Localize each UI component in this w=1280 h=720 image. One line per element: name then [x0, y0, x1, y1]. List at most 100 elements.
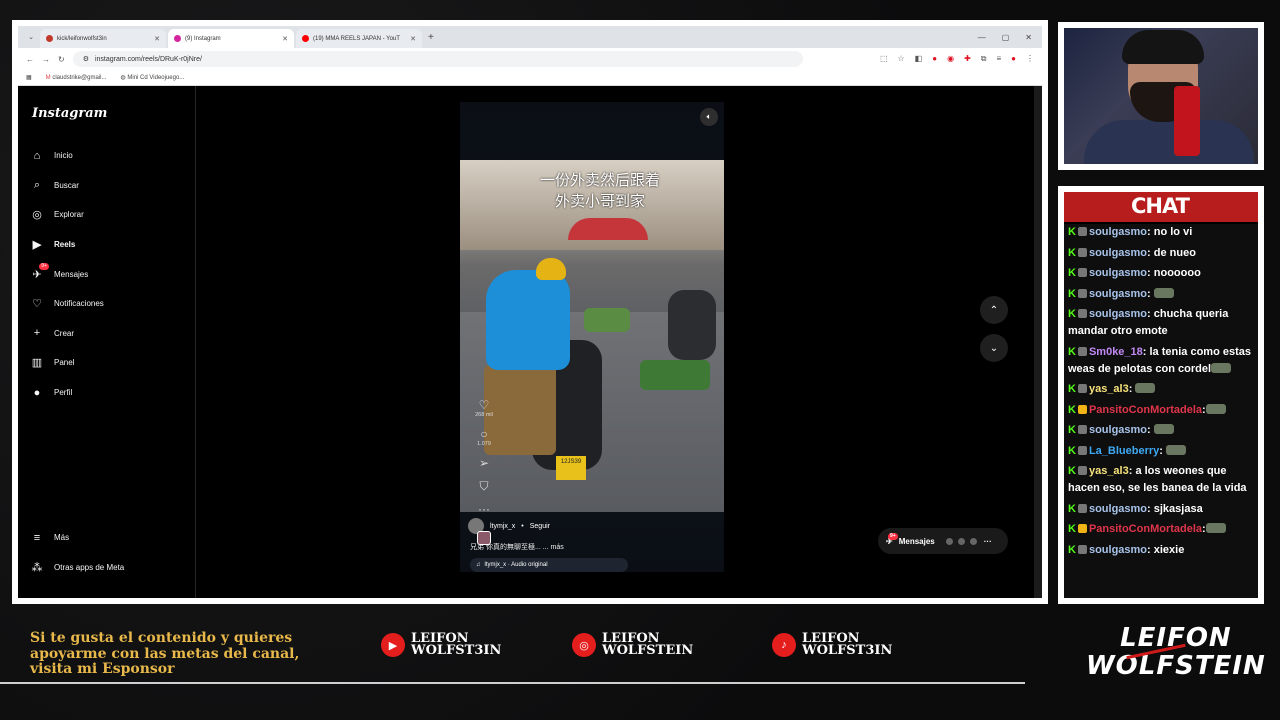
extension-icons: ⬚ ☆ ◧ ● ◉ ✚ ⧉ ≡ ● ⋮	[880, 54, 1034, 64]
like-button[interactable]: ♡ 268 mil	[475, 398, 493, 418]
chat-username[interactable]: soulgasmo	[1089, 267, 1147, 279]
globe-icon: ◍	[120, 75, 126, 81]
save-button[interactable]: ⛉	[479, 479, 488, 493]
more-options-button[interactable]: ···	[478, 502, 490, 516]
sidebar-item-perfil[interactable]: ● Perfil	[30, 378, 183, 408]
sidebar-item-crear[interactable]: + Crear	[30, 319, 183, 349]
back-icon[interactable]: ←	[26, 55, 34, 64]
page-scrollbar[interactable]	[1034, 86, 1042, 598]
puzzle-icon[interactable]: ⧉	[981, 54, 987, 64]
bookmark-label: claudstrike@gmail...	[52, 74, 107, 81]
opera-icon[interactable]: ◉	[947, 54, 954, 64]
reel-video[interactable]: 12JS39 一份外卖然后跟着 外卖小哥到家	[460, 160, 724, 512]
user-badge-icon	[1077, 268, 1087, 277]
chat-username[interactable]: soulgasmo	[1089, 503, 1147, 515]
chat-text: : sjkasjasa	[1147, 502, 1203, 515]
close-tab-icon[interactable]: ✕	[410, 35, 416, 43]
close-tab-icon[interactable]: ✕	[154, 35, 160, 43]
chat-username[interactable]: Sm0ke_18	[1089, 346, 1143, 358]
extension-icon[interactable]: ✚	[964, 54, 971, 64]
like-count: 268 mil	[475, 412, 493, 418]
sidebar-item-mas[interactable]: ≡ Más	[30, 523, 124, 553]
sidebar-item-reels[interactable]: ▶ Reels	[30, 230, 183, 260]
chat-username[interactable]: soulgasmo	[1089, 247, 1147, 259]
reel-card[interactable]: 🔈︎ 12JS39 一份外卖然后跟着 外卖小哥到家 ltymjx_x • Seg…	[460, 102, 724, 572]
media-icon[interactable]: ≡	[996, 54, 1001, 64]
chat-username[interactable]: soulgasmo	[1089, 288, 1147, 300]
address-bar[interactable]: ⚙ instagram.com/reels/DRuK-r0jNre/	[72, 51, 803, 67]
sidebar-item-buscar[interactable]: ⌕ Buscar	[30, 171, 183, 201]
chat-username[interactable]: soulgasmo	[1089, 308, 1147, 320]
browser-capture-frame: ⌄ kick/leifonwolfst3in ✕ (9) Instagram ✕…	[12, 20, 1048, 604]
emote-icon	[1135, 383, 1156, 393]
kick-favicon-icon	[46, 35, 53, 42]
comment-button[interactable]: ○ 1.079	[477, 427, 491, 447]
kebab-menu-icon[interactable]: ⋮	[1026, 54, 1034, 64]
share-button[interactable]: ➢	[479, 456, 489, 470]
video-caption-line: 一份外卖然后跟着	[539, 171, 660, 189]
chat-username[interactable]: yas_al3	[1089, 383, 1129, 395]
tab-search-icon[interactable]: ⌄	[24, 33, 38, 41]
messages-floating-button[interactable]: ✈ 9+ Mensajes ···	[878, 528, 1008, 554]
tab-instagram[interactable]: (9) Instagram ✕	[168, 29, 294, 48]
chat-username[interactable]: soulgasmo	[1089, 544, 1147, 556]
adblock-icon[interactable]: ●	[932, 54, 937, 64]
forward-icon[interactable]: →	[42, 55, 50, 64]
apps-grid-icon[interactable]: ▦	[26, 74, 32, 81]
video-caption-line: 外卖小哥到家	[554, 192, 645, 210]
bookmark-minicd[interactable]: ◍ Mini Cd Videojuego...	[120, 74, 184, 81]
sidebar-item-label: Notificaciones	[54, 299, 104, 309]
kick-badge-icon: K	[1068, 523, 1076, 535]
audio-chip[interactable]: ♫ ltymjx_x · Audio original	[470, 558, 628, 572]
chat-message: Kyas_al3: a los weones que hacen eso, se…	[1068, 463, 1256, 497]
extension-icon[interactable]: ◧	[915, 54, 923, 64]
tab-kick[interactable]: kick/leifonwolfst3in ✕	[40, 29, 166, 48]
emote-icon	[1153, 287, 1174, 298]
chat-message: K PansitoConMortadela:	[1068, 402, 1256, 419]
next-reel-button[interactable]: ⌄	[980, 334, 1008, 362]
instagram-logo[interactable]: Instagram	[30, 106, 183, 121]
chevron-up-icon: ⌃	[989, 304, 999, 316]
audio-thumbnail[interactable]	[477, 531, 491, 545]
chat-header: CHAT	[1064, 192, 1258, 224]
previous-reel-button[interactable]: ⌃	[980, 296, 1008, 324]
chat-username[interactable]: PansitoConMortadela	[1089, 404, 1202, 416]
sidebar-item-inicio[interactable]: ⌂ Inicio	[30, 141, 183, 171]
close-tab-icon[interactable]: ✕	[282, 35, 288, 43]
site-info-icon[interactable]: ⚙	[83, 55, 89, 63]
tab-youtube[interactable]: (19) MMA REELS JAPAN - YouT ✕	[296, 29, 422, 48]
chat-message: Ksoulgasmo:	[1068, 422, 1256, 439]
bookmark-icon: ⛉	[479, 479, 489, 493]
sidebar-item-meta-apps[interactable]: ⁂ Otras apps de Meta	[30, 552, 125, 582]
sidebar-item-mensajes[interactable]: ✈ 9+ Mensajes	[30, 259, 183, 289]
chat-username[interactable]: soulgasmo	[1089, 226, 1147, 238]
chat-username[interactable]: La_Blueberry	[1089, 445, 1159, 457]
follow-button[interactable]: Seguir	[530, 523, 550, 530]
more-icon: ···	[478, 502, 490, 516]
sidebar-item-panel[interactable]: ▥ Panel	[30, 348, 183, 378]
sponsor-line: visita mi Esponsor	[30, 661, 175, 677]
bookmark-gmail[interactable]: M claudstrike@gmail...	[46, 75, 107, 81]
sidebar-item-explorar[interactable]: ◎ Explorar	[30, 200, 183, 230]
messenger-icon: ✈ 9+	[886, 532, 898, 546]
profile-avatar[interactable]: ●	[1011, 54, 1016, 64]
new-tab-button[interactable]: +	[428, 32, 434, 43]
reels-feed: 🔈︎ 12JS39 一份外卖然后跟着 外卖小哥到家 ltymjx_x • Seg…	[196, 86, 1042, 598]
screenshot-icon[interactable]: ⬚	[880, 54, 888, 64]
stream-overlay: ⌄ kick/leifonwolfst3in ✕ (9) Instagram ✕…	[0, 0, 1280, 720]
chat-username[interactable]: PansitoConMortadela	[1089, 523, 1202, 535]
reload-icon[interactable]: ↻	[58, 55, 65, 64]
kick-badge-icon: K	[1068, 502, 1076, 515]
mute-icon[interactable]: 🔈︎	[700, 108, 718, 126]
sidebar-item-notificaciones[interactable]: ♡ Notificaciones	[30, 289, 183, 319]
maximize-icon[interactable]: ▢	[1002, 33, 1010, 42]
user-badge-icon	[1077, 425, 1087, 434]
video-caption-overlay: 一份外卖然后跟着 外卖小哥到家	[500, 170, 700, 212]
bookmark-star-icon[interactable]: ☆	[898, 54, 905, 64]
minimize-icon[interactable]: —	[978, 33, 986, 42]
chat-username[interactable]: soulgasmo	[1089, 424, 1147, 436]
chat-username[interactable]: yas_al3	[1089, 465, 1129, 477]
chat-text: :	[1147, 287, 1154, 300]
close-window-icon[interactable]: ✕	[1025, 33, 1032, 42]
social-youtube: ▶ LEIFON WOLFST3IN	[381, 632, 501, 657]
